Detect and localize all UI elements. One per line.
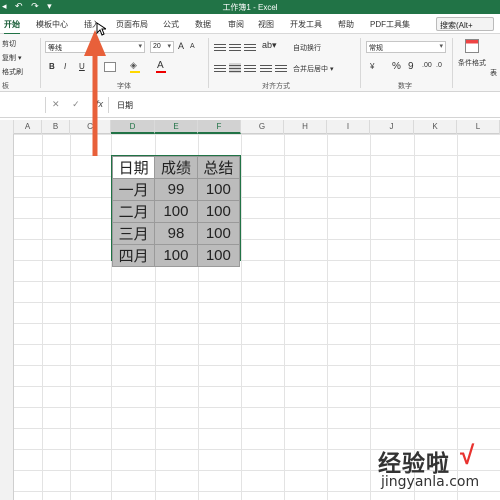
mouse-cursor-icon xyxy=(96,22,106,36)
annotation-arrow xyxy=(84,30,106,156)
watermark-logo: 经验啦 xyxy=(378,451,450,477)
watermark-url: jingyanla.com xyxy=(381,474,480,490)
watermark-check-icon: √ xyxy=(460,440,475,470)
